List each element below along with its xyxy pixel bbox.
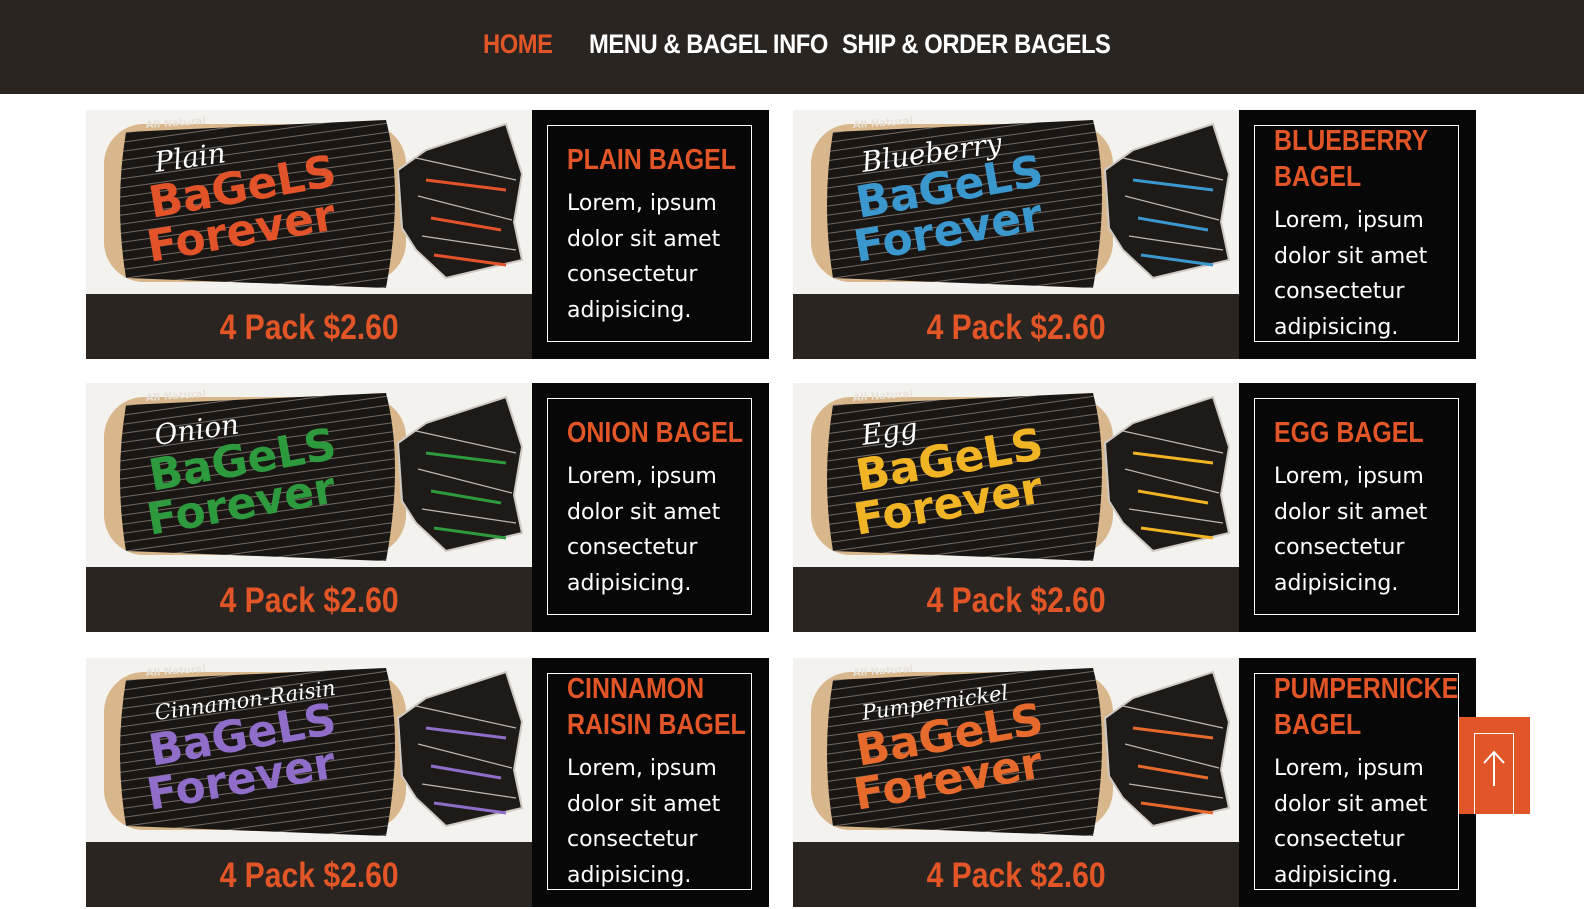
product-price: 4 Pack $2.60 [793, 294, 1239, 359]
product-photo: All Natural Cinnamon-Raisin BaGeLS Forever [86, 658, 532, 842]
product-info-panel: PUMPERNICKEL BAGEL Lorem, ipsum dolor sit… [1239, 658, 1476, 907]
product-info-panel: BLUEBERRY BAGEL Lorem, ipsum dolor sit am… [1239, 110, 1476, 359]
product-info-panel: CINNAMON RAISIN BAGEL Lorem, ipsum dolor … [532, 658, 769, 907]
top-navbar: HOME MENU & BAGEL INFO SHIP & ORDER BAGE… [0, 0, 1584, 94]
product-name: EGG BAGEL [1274, 417, 1424, 449]
bagel-bag-illustration: All NaturalEggBaGeLSForever [793, 383, 1239, 567]
product-info-frame: CINNAMON RAISIN BAGEL Lorem, ipsum dolor … [547, 673, 752, 890]
product-card[interactable]: All Natural Cinnamon-Raisin BaGeLS Forever 4… [86, 658, 769, 907]
product-photo: All Natural Pumpernickel BaGeLS Forever [793, 658, 1239, 842]
product-name: CINNAMON RAISIN BAGEL [567, 673, 746, 741]
bagel-bag-illustration: All NaturalPlainBaGeLSForever [86, 110, 532, 294]
product-price: 4 Pack $2.60 [86, 842, 532, 907]
product-photo: All Natural Onion BaGeLS Forever [86, 383, 532, 567]
product-description: Lorem, ipsum dolor sit amet consectetur … [1274, 756, 1428, 888]
product-description: Lorem, ipsum dolor sit amet consectetur … [567, 756, 721, 888]
product-price: 4 Pack $2.60 [793, 842, 1239, 907]
bagel-bag-illustration: All NaturalOnionBaGeLSForever [86, 383, 532, 567]
bagel-bag-illustration: All NaturalBlueberryBaGeLSForever [793, 110, 1239, 294]
product-info-panel: EGG BAGEL Lorem, ipsum dolor sit amet con… [1239, 383, 1476, 632]
back-to-top-frame [1474, 733, 1514, 814]
product-info-panel: PLAIN BAGEL Lorem, ipsum dolor sit amet c… [532, 110, 769, 359]
product-card[interactable]: All Natural Egg BaGeLS Forever 4 Pack $2.60 E… [793, 383, 1476, 632]
back-to-top-button[interactable] [1459, 717, 1530, 814]
product-info-frame: ONION BAGEL Lorem, ipsum dolor sit amet c… [547, 398, 752, 615]
product-name: BLUEBERRY BAGEL [1274, 125, 1428, 193]
nav-home-link[interactable]: HOME [483, 28, 553, 60]
arrow-up-icon [1483, 750, 1505, 786]
product-photo: All Natural Egg BaGeLS Forever [793, 383, 1239, 567]
product-description: Lorem, ipsum dolor sit amet consectetur … [1274, 208, 1428, 340]
product-info-frame: BLUEBERRY BAGEL Lorem, ipsum dolor sit am… [1254, 125, 1459, 342]
product-name: PLAIN BAGEL [567, 144, 737, 176]
product-name: PUMPERNICKEL BAGEL [1274, 673, 1459, 741]
product-info-frame: PUMPERNICKEL BAGEL Lorem, ipsum dolor sit… [1254, 673, 1459, 890]
product-price: 4 Pack $2.60 [793, 567, 1239, 632]
product-photo: All Natural Plain BaGeLS Forever [86, 110, 532, 294]
nav-menu-link[interactable]: MENU & BAGEL INFO [589, 28, 828, 60]
product-description: Lorem, ipsum dolor sit amet consectetur … [567, 191, 721, 323]
product-card[interactable]: All Natural Blueberry BaGeLS Forever 4 Pack … [793, 110, 1476, 359]
product-description: Lorem, ipsum dolor sit amet consectetur … [567, 464, 721, 596]
product-photo: All Natural Blueberry BaGeLS Forever [793, 110, 1239, 294]
nav-ship-order-link[interactable]: SHIP & ORDER BAGELS [842, 28, 1111, 60]
product-description: Lorem, ipsum dolor sit amet consectetur … [1274, 464, 1428, 596]
product-info-frame: PLAIN BAGEL Lorem, ipsum dolor sit amet c… [547, 125, 752, 342]
product-price: 4 Pack $2.60 [86, 294, 532, 359]
product-card[interactable]: All Natural Onion BaGeLS Forever 4 Pack $2.6… [86, 383, 769, 632]
product-price: 4 Pack $2.60 [86, 567, 532, 632]
product-card[interactable]: All Natural Pumpernickel BaGeLS Forever 4 Pa… [793, 658, 1476, 907]
bagel-bag-illustration: All NaturalCinnamon-RaisinBaGeLSForever [86, 658, 532, 842]
product-card[interactable]: All Natural Plain BaGeLS Forever 4 Pack $2.6… [86, 110, 769, 359]
bagel-bag-illustration: All NaturalPumpernickelBaGeLSForever [793, 658, 1239, 842]
product-name: ONION BAGEL [567, 417, 743, 449]
product-info-frame: EGG BAGEL Lorem, ipsum dolor sit amet con… [1254, 398, 1459, 615]
product-info-panel: ONION BAGEL Lorem, ipsum dolor sit amet c… [532, 383, 769, 632]
